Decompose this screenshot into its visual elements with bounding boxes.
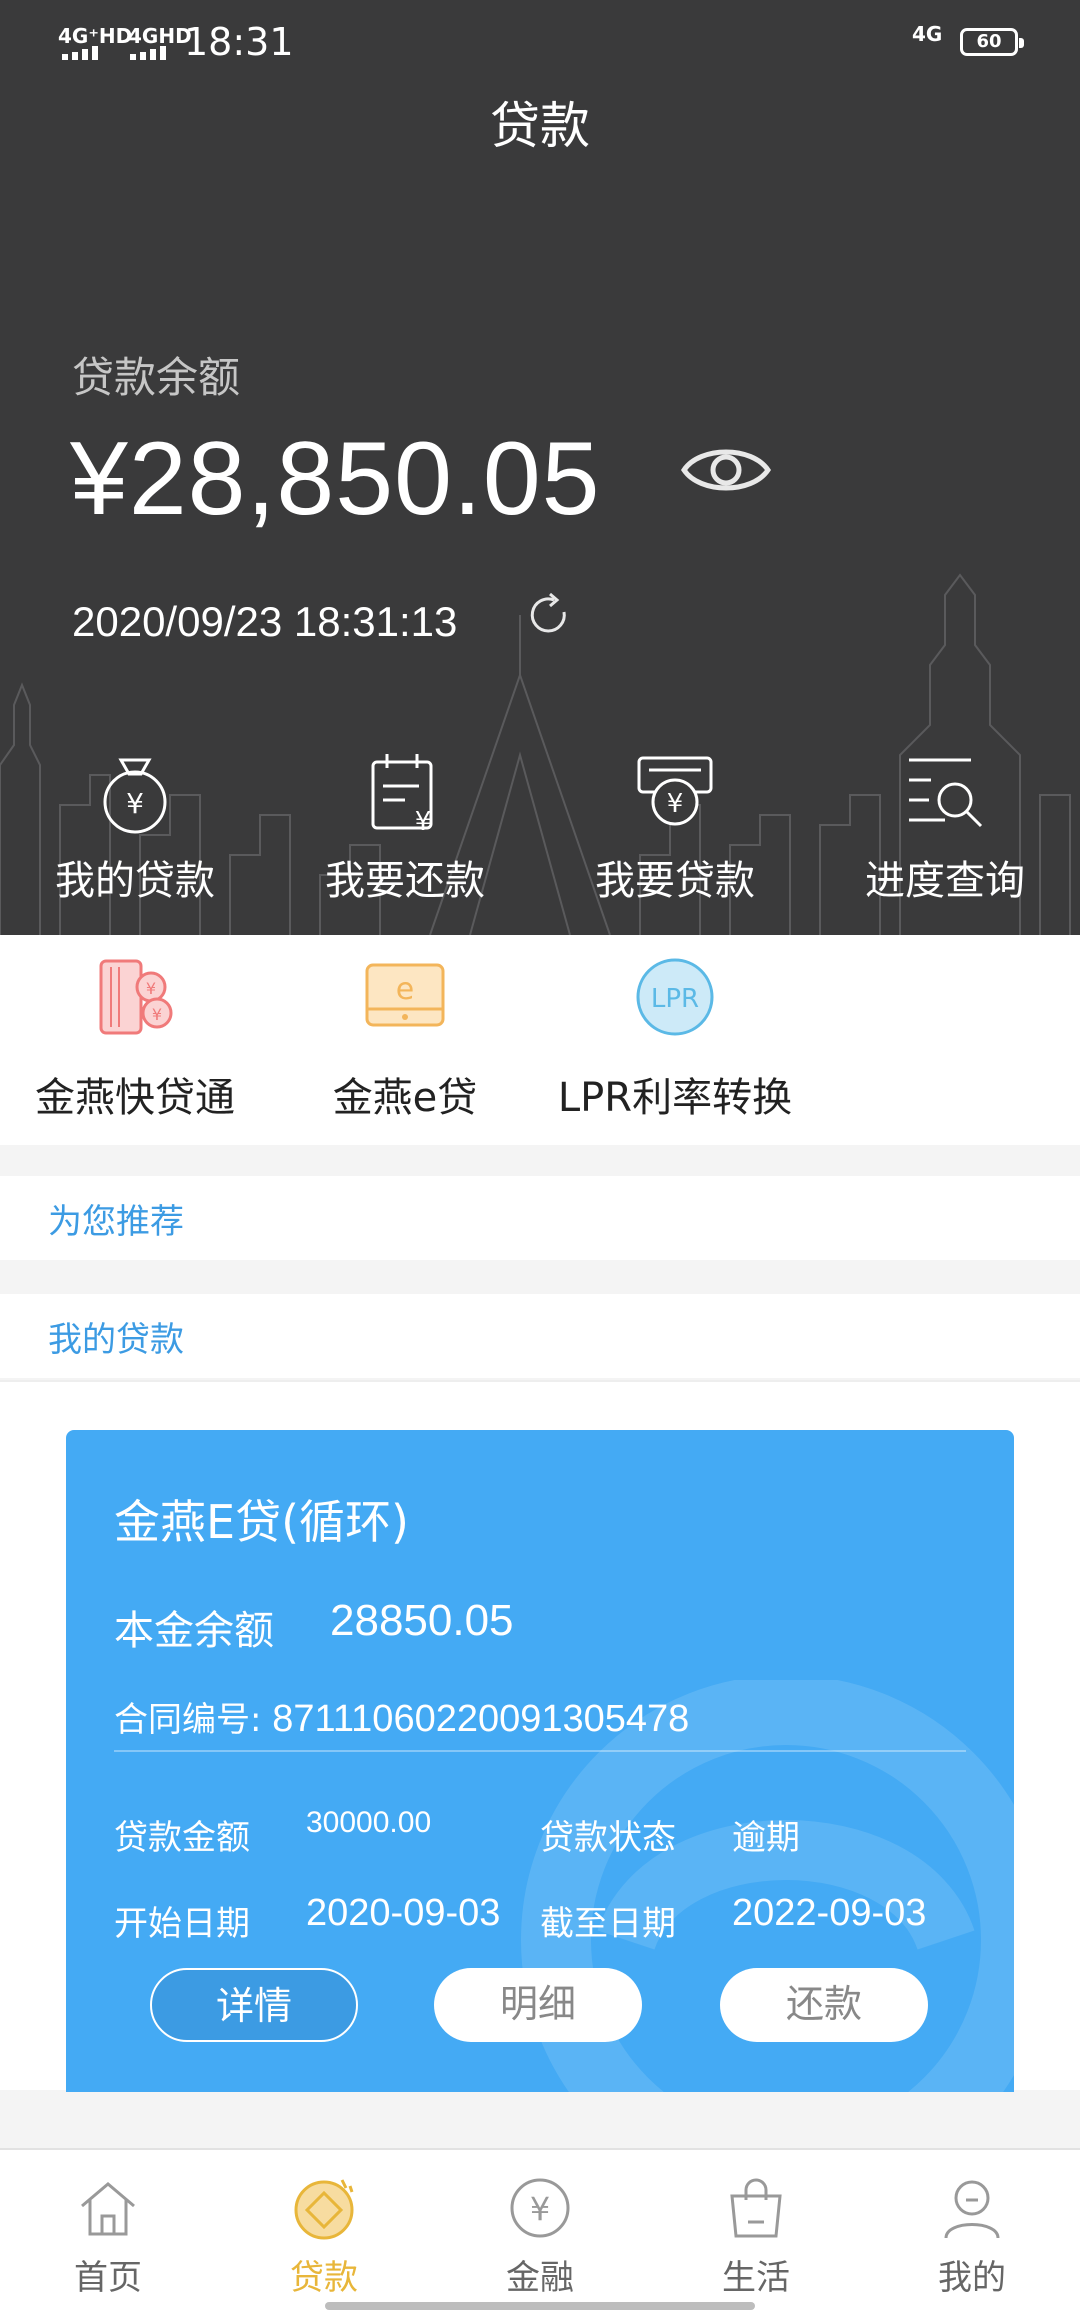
page-title: 贷款 <box>490 97 590 155</box>
network-indicator: 4G <box>912 22 943 46</box>
quick-action-label: 我要贷款 <box>595 858 755 904</box>
status-bar: 4G⁺HD 4GHD 18:31 4G 60 <box>0 0 1080 84</box>
nav-label: 我的 <box>938 2258 1006 2298</box>
loan-services-grid: ¥ ¥ 金燕快贷通 e 金燕e贷 LPR LPR利率转换 <box>0 935 1080 1145</box>
service-jinyan-e-loan[interactable]: e 金燕e贷 <box>270 957 540 1123</box>
quick-action-my-loans[interactable]: ¥ 我的贷款 <box>0 750 270 906</box>
loan-coin-icon <box>294 2179 354 2240</box>
lpr-icon: LPR <box>636 958 714 1036</box>
signal-bars-icon <box>130 46 166 60</box>
nav-life[interactable]: 生活 <box>648 2176 864 2299</box>
signal-bars-icon <box>62 46 98 60</box>
nav-home[interactable]: 首页 <box>0 2176 216 2299</box>
end-date-value: 2022-09-03 <box>732 1892 927 1934</box>
contract-number: 合同编号: 87111060220091305478 <box>114 1692 689 1741</box>
end-date-label: 截至日期 <box>540 1904 676 1944</box>
nav-me[interactable]: 我的 <box>864 2176 1080 2299</box>
svg-text:¥: ¥ <box>152 1005 162 1024</box>
svg-text:LPR: LPR <box>651 984 699 1014</box>
profile-icon <box>944 2180 1000 2239</box>
cards-yen-icon: ¥ ¥ <box>99 959 173 1035</box>
svg-text:e: e <box>396 972 414 1007</box>
service-label: 金燕e贷 <box>332 1075 478 1121</box>
apply-loan-icon: ¥ <box>637 756 713 826</box>
nav-label: 生活 <box>722 2258 790 2298</box>
toggle-visibility-eye-icon[interactable] <box>680 440 772 500</box>
quick-action-progress[interactable]: 进度查询 <box>810 750 1080 906</box>
quick-action-label: 进度查询 <box>865 858 1025 904</box>
shopping-bag-icon <box>730 2178 782 2238</box>
signal-label-1: 4G⁺HD <box>58 24 133 48</box>
finance-yen-icon: ¥ <box>510 2178 570 2238</box>
loan-amount-label: 贷款金额 <box>114 1818 250 1858</box>
loan-card[interactable]: 金燕E贷(循环) 本金余额 28850.05 合同编号: 87111060220… <box>66 1430 1014 2092</box>
nav-label: 首页 <box>74 2258 142 2298</box>
service-lpr-rate-conversion[interactable]: LPR LPR利率转换 <box>540 957 810 1123</box>
service-jinyan-quick-loan[interactable]: ¥ ¥ 金燕快贷通 <box>0 957 270 1123</box>
breakdown-button[interactable]: 明细 <box>434 1968 642 2042</box>
section-title: 我的贷款 <box>48 1320 184 1360</box>
nav-loan[interactable]: 贷款 <box>216 2176 432 2299</box>
balance-label: 贷款余额 <box>72 353 241 402</box>
service-label: LPR利率转换 <box>557 1075 793 1121</box>
svg-text:¥: ¥ <box>126 787 144 820</box>
balance-amount: ¥28,850.05 <box>70 421 601 537</box>
progress-search-icon <box>909 758 983 828</box>
battery-icon: 60 <box>960 28 1024 56</box>
svg-text:¥: ¥ <box>415 807 432 834</box>
svg-text:¥: ¥ <box>530 2190 550 2228</box>
principal-value: 28850.05 <box>330 1596 514 1645</box>
nav-finance[interactable]: ¥ 金融 <box>432 2176 648 2299</box>
home-indicator[interactable] <box>325 2302 755 2310</box>
repay-button[interactable]: 还款 <box>720 1968 928 2042</box>
contract-value: 87111060220091305478 <box>272 1698 690 1740</box>
loan-status-value: 逾期 <box>732 1818 800 1858</box>
status-time: 18:31 <box>184 20 294 64</box>
quick-action-label: 我要还款 <box>325 858 485 904</box>
quick-action-label: 我的贷款 <box>55 858 215 904</box>
details-button[interactable]: 详情 <box>150 1968 358 2042</box>
card-divider <box>114 1750 966 1752</box>
principal-label: 本金余额 <box>114 1608 274 1654</box>
quick-action-repay[interactable]: ¥ 我要还款 <box>270 750 540 906</box>
quick-action-apply-loan[interactable]: ¥ 我要贷款 <box>540 750 810 906</box>
loan-list: 金燕E贷(循环) 本金余额 28850.05 合同编号: 87111060220… <box>0 1380 1080 2092</box>
balance-timestamp: 2020/09/23 18:31:13 <box>72 598 458 645</box>
loan-status-label: 贷款状态 <box>540 1818 676 1858</box>
recommend-section-header[interactable]: 为您推荐 <box>0 1176 1080 1260</box>
money-bag-icon: ¥ <box>103 758 167 834</box>
nav-label: 贷款 <box>290 2258 358 2298</box>
start-date-label: 开始日期 <box>114 1904 250 1944</box>
start-date-value: 2020-09-03 <box>306 1892 501 1934</box>
nav-label: 金融 <box>506 2258 574 2298</box>
signal-label-2: 4GHD <box>128 24 192 48</box>
loan-header-panel: 4G⁺HD 4GHD 18:31 4G 60 贷款 贷款余额 ¥28,850.0… <box>0 0 1080 935</box>
e-loan-icon: e <box>365 963 445 1027</box>
repay-calendar-icon: ¥ <box>371 754 433 834</box>
home-icon <box>81 2182 135 2236</box>
refresh-icon[interactable] <box>524 590 574 640</box>
loan-product-title: 金燕E贷(循环) <box>114 1495 409 1549</box>
loan-amount-value: 30000.00 <box>306 1806 432 1839</box>
my-loans-section-header[interactable]: 我的贷款 <box>0 1294 1080 1378</box>
svg-text:¥: ¥ <box>667 789 684 819</box>
service-label: 金燕快贷通 <box>35 1075 235 1121</box>
contract-label: 合同编号: <box>114 1700 262 1740</box>
svg-text:¥: ¥ <box>146 979 156 998</box>
section-title: 为您推荐 <box>48 1202 184 1242</box>
bottom-navigation: 首页 贷款 ¥ 金融 生活 我的 <box>0 2148 1080 2316</box>
